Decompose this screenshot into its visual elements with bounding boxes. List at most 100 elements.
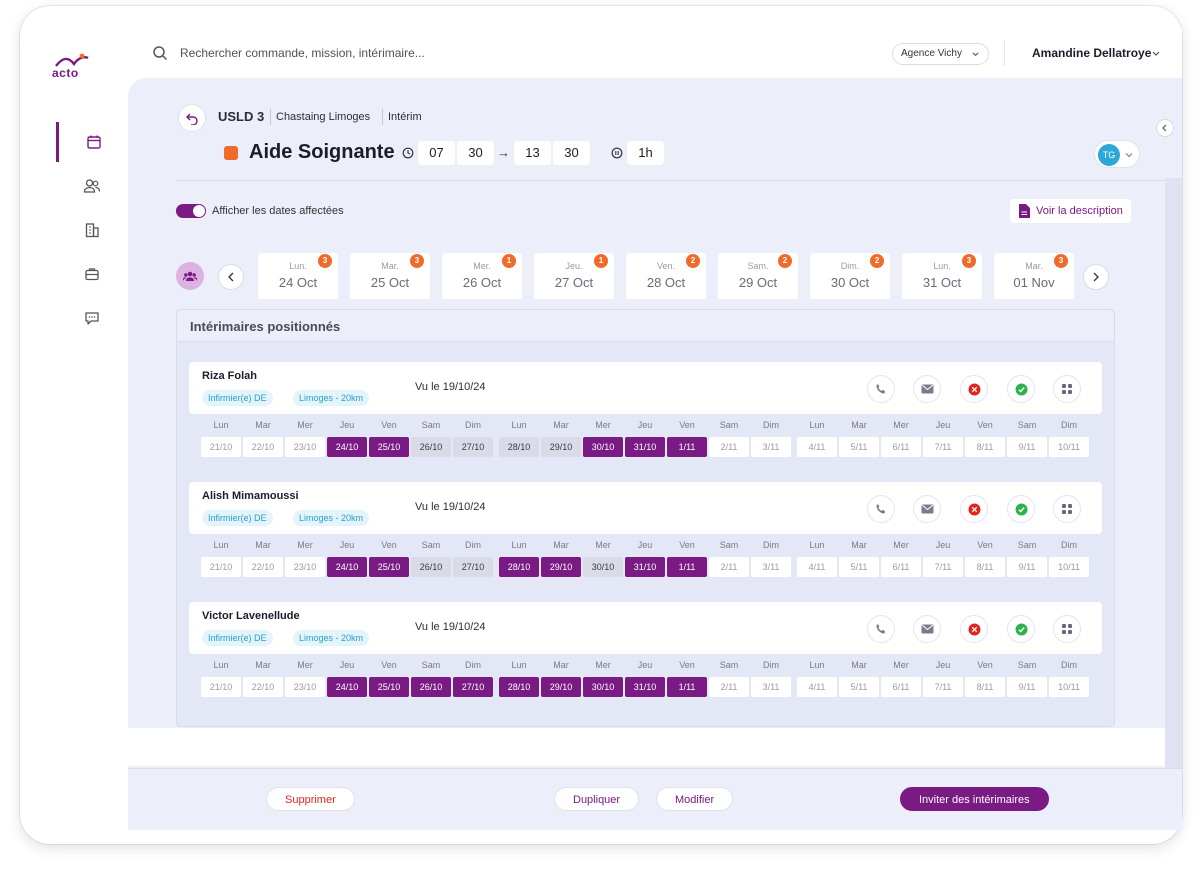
date-tab[interactable]: Lun. 31 Oct 3 [902, 253, 982, 299]
date-cell[interactable]: 7/11 [923, 677, 963, 697]
date-cell[interactable]: 22/10 [243, 557, 283, 577]
candidate-name[interactable]: Riza Folah [202, 370, 257, 382]
date-tab[interactable]: Dim. 30 Oct 2 [810, 253, 890, 299]
breadcrumb-site[interactable]: USLD 3 [218, 109, 264, 124]
email-button[interactable] [913, 375, 941, 403]
date-cell[interactable]: 26/10 [411, 677, 451, 697]
date-cell[interactable]: 5/11 [839, 557, 879, 577]
date-cell[interactable]: 23/10 [285, 557, 325, 577]
date-cell[interactable]: 1/11 [667, 437, 707, 457]
scrollbar[interactable] [1165, 178, 1182, 830]
end-hour-field[interactable]: 13 [514, 141, 551, 165]
end-minute-field[interactable]: 30 [553, 141, 590, 165]
date-cell[interactable]: 3/11 [751, 437, 791, 457]
call-button[interactable] [867, 495, 895, 523]
prev-dates-button[interactable] [218, 264, 244, 290]
date-cell[interactable]: 23/10 [285, 677, 325, 697]
date-cell[interactable]: 3/11 [751, 677, 791, 697]
start-minute-field[interactable]: 30 [457, 141, 494, 165]
breadcrumb-client[interactable]: Chastaing Limoges [276, 111, 370, 123]
date-cell[interactable]: 23/10 [285, 437, 325, 457]
date-cell[interactable]: 30/10 [583, 557, 623, 577]
date-cell[interactable]: 27/10 [453, 437, 493, 457]
date-cell[interactable]: 28/10 [499, 437, 539, 457]
date-cell[interactable]: 9/11 [1007, 437, 1047, 457]
more-actions-button[interactable] [1053, 615, 1081, 643]
date-cell[interactable]: 31/10 [625, 557, 665, 577]
date-cell[interactable]: 6/11 [881, 677, 921, 697]
date-cell[interactable]: 24/10 [327, 557, 367, 577]
date-cell[interactable]: 24/10 [327, 437, 367, 457]
search-input[interactable]: Rechercher commande, mission, intérimair… [180, 46, 425, 60]
call-button[interactable] [867, 375, 895, 403]
date-tab[interactable]: Mar. 01 Nov 3 [994, 253, 1074, 299]
candidate-card[interactable]: Alish Mimamoussi Infirmier(e) DE Limoges -… [189, 482, 1102, 534]
view-description-button[interactable]: Voir la description [1010, 199, 1131, 223]
date-cell[interactable]: 29/10 [541, 557, 581, 577]
edit-button[interactable]: Modifier [656, 787, 734, 811]
next-dates-button[interactable] [1083, 264, 1109, 290]
start-hour-field[interactable]: 07 [418, 141, 455, 165]
date-cell[interactable]: 22/10 [243, 677, 283, 697]
date-cell[interactable]: 6/11 [881, 557, 921, 577]
collapse-panel-button[interactable] [1156, 119, 1174, 137]
date-cell[interactable]: 1/11 [667, 677, 707, 697]
date-cell[interactable]: 30/10 [583, 437, 623, 457]
date-cell[interactable]: 7/11 [923, 437, 963, 457]
accept-button[interactable] [1007, 375, 1035, 403]
date-cell[interactable]: 25/10 [369, 557, 409, 577]
date-cell[interactable]: 2/11 [709, 677, 749, 697]
date-cell[interactable]: 2/11 [709, 557, 749, 577]
date-cell[interactable]: 3/11 [751, 557, 791, 577]
date-cell[interactable]: 9/11 [1007, 557, 1047, 577]
delete-button[interactable]: Supprimer [266, 787, 355, 811]
date-cell[interactable]: 28/10 [499, 677, 539, 697]
date-cell[interactable]: 10/11 [1049, 677, 1089, 697]
date-tab[interactable]: Mar. 25 Oct 3 [350, 253, 430, 299]
date-cell[interactable]: 8/11 [965, 677, 1005, 697]
date-cell[interactable]: 4/11 [797, 557, 837, 577]
reject-button[interactable] [960, 375, 988, 403]
pause-duration-field[interactable]: 1h [627, 141, 664, 165]
email-button[interactable] [913, 615, 941, 643]
date-cell[interactable]: 25/10 [369, 677, 409, 697]
email-button[interactable] [913, 495, 941, 523]
candidate-card[interactable]: Riza Folah Infirmier(e) DE Limoges - 20km V… [189, 362, 1102, 414]
back-button[interactable] [178, 104, 206, 132]
date-cell[interactable]: 29/10 [541, 437, 581, 457]
reject-button[interactable] [960, 495, 988, 523]
user-menu[interactable]: Amandine Dellatroye [1032, 46, 1151, 60]
candidate-name[interactable]: Victor Lavenellude [202, 610, 300, 622]
date-tab[interactable]: Sam. 29 Oct 2 [718, 253, 798, 299]
assignee-avatar-menu[interactable]: TG [1094, 140, 1140, 168]
date-cell[interactable]: 2/11 [709, 437, 749, 457]
date-cell[interactable]: 7/11 [923, 557, 963, 577]
nav-messages[interactable] [56, 298, 128, 338]
nav-calendar[interactable] [56, 122, 128, 162]
reject-button[interactable] [960, 615, 988, 643]
accept-button[interactable] [1007, 615, 1035, 643]
date-cell[interactable]: 31/10 [625, 677, 665, 697]
nav-users[interactable] [56, 166, 128, 206]
candidate-card[interactable]: Victor Lavenellude Infirmier(e) DE Limoges… [189, 602, 1102, 654]
date-cell[interactable]: 27/10 [453, 677, 493, 697]
more-actions-button[interactable] [1053, 375, 1081, 403]
date-cell[interactable]: 8/11 [965, 437, 1005, 457]
date-cell[interactable]: 26/10 [411, 557, 451, 577]
date-tab[interactable]: Lun. 24 Oct 3 [258, 253, 338, 299]
more-actions-button[interactable] [1053, 495, 1081, 523]
date-tab[interactable]: Jeu. 27 Oct 1 [534, 253, 614, 299]
date-tab[interactable]: Ven. 28 Oct 2 [626, 253, 706, 299]
date-cell[interactable]: 22/10 [243, 437, 283, 457]
breadcrumb-type[interactable]: Intérim [388, 111, 422, 123]
agency-select[interactable]: Agence Vichy [892, 43, 989, 65]
date-tab[interactable]: Mer. 26 Oct 1 [442, 253, 522, 299]
date-cell[interactable]: 30/10 [583, 677, 623, 697]
date-cell[interactable]: 5/11 [839, 677, 879, 697]
date-cell[interactable]: 28/10 [499, 557, 539, 577]
date-cell[interactable]: 5/11 [839, 437, 879, 457]
search-icon[interactable] [152, 45, 168, 61]
chevron-down-icon[interactable] [1151, 49, 1161, 59]
date-cell[interactable]: 8/11 [965, 557, 1005, 577]
date-cell[interactable]: 21/10 [201, 557, 241, 577]
